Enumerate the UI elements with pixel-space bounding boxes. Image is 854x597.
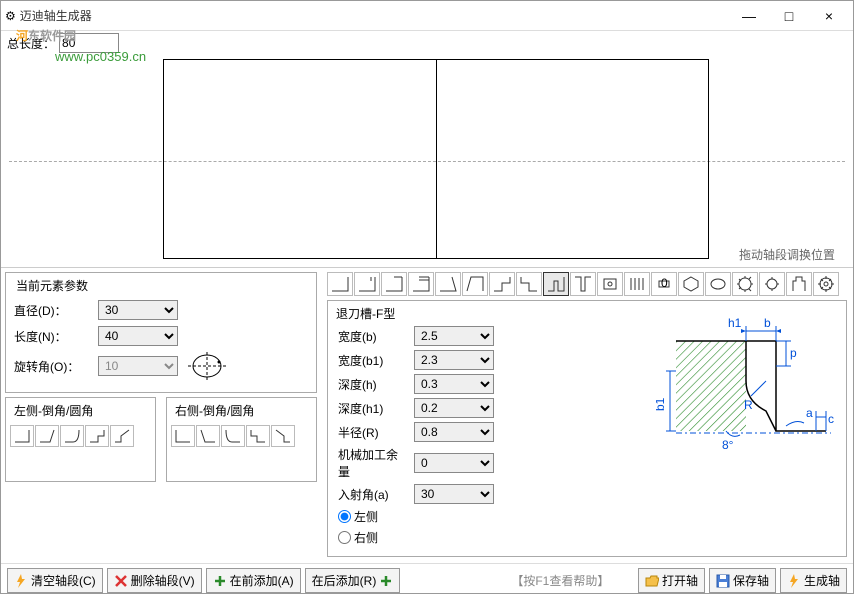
feature-key[interactable]: 0 xyxy=(651,272,677,296)
right-chamfer-opt-3[interactable] xyxy=(221,425,245,447)
right-chamfer-opt-2[interactable] xyxy=(196,425,220,447)
feature-spline[interactable] xyxy=(786,272,812,296)
svg-text:R: R xyxy=(744,398,753,412)
shaft-preview-canvas[interactable]: 拖动轴段调换位置 xyxy=(9,57,845,265)
svg-text:b: b xyxy=(764,316,771,330)
feature-corner-1[interactable] xyxy=(327,272,353,296)
minimize-button[interactable]: — xyxy=(729,8,769,24)
radius-r-label: 半径(R) xyxy=(332,424,408,441)
generate-shaft-button[interactable]: 生成轴 xyxy=(780,568,847,593)
side-right-radio[interactable]: 右侧 xyxy=(338,529,378,546)
feature-corner-4[interactable] xyxy=(408,272,434,296)
feature-taper-r[interactable] xyxy=(462,272,488,296)
allowance-label: 机械加工余量 xyxy=(332,446,408,480)
left-chamfer-opt-4[interactable] xyxy=(85,425,109,447)
slot-params-group: 退刀槽-F型 宽度(b) 2.5 宽度(b1) 2.3 深度(h) 0.3 深度(h1… xyxy=(327,300,847,557)
right-chamfer-title: 右侧-倒角/圆角 xyxy=(171,402,258,419)
svg-text:c: c xyxy=(828,412,834,426)
feature-oval[interactable] xyxy=(705,272,731,296)
close-button[interactable]: × xyxy=(809,8,849,24)
depth-h-label: 深度(h) xyxy=(332,376,408,393)
width-b1-label: 宽度(b1) xyxy=(332,352,408,369)
angle-dial-icon xyxy=(188,352,226,380)
svg-text:p: p xyxy=(790,346,797,360)
rotation-angle-label: 旋转角(O)： xyxy=(14,358,94,375)
length-label: 长度(N)： xyxy=(14,328,94,345)
svg-text:b1: b1 xyxy=(656,397,667,411)
left-chamfer-title: 左侧-倒角/圆角 xyxy=(10,402,97,419)
delete-segment-button[interactable]: 删除轴段(V) xyxy=(107,568,202,593)
feature-step-l[interactable] xyxy=(489,272,515,296)
feature-gear-l[interactable] xyxy=(732,272,758,296)
left-chamfer-opt-2[interactable] xyxy=(35,425,59,447)
window-title: 迈迪轴生成器 xyxy=(16,7,729,24)
slot-title: 退刀槽-F型 xyxy=(332,305,399,322)
depth-h-select[interactable]: 0.3 xyxy=(414,374,494,394)
feature-corner-3[interactable] xyxy=(381,272,407,296)
help-hint: 【按F1查看帮助】 xyxy=(511,572,609,589)
plus-icon xyxy=(379,574,393,588)
drag-hint: 拖动轴段调换位置 xyxy=(739,246,835,263)
diameter-label: 直径(D)： xyxy=(14,302,94,319)
right-chamfer-opt-4[interactable] xyxy=(246,425,270,447)
left-chamfer-opt-3[interactable] xyxy=(60,425,84,447)
feature-corner-2[interactable] xyxy=(354,272,380,296)
add-after-button[interactable]: 在后添加(R) xyxy=(305,568,401,593)
svg-text:0: 0 xyxy=(661,276,668,290)
right-chamfer-opt-1[interactable] xyxy=(171,425,195,447)
width-b-select[interactable]: 2.5 xyxy=(414,326,494,346)
rotation-angle-select[interactable]: 10 xyxy=(98,356,178,376)
depth-h1-label: 深度(h1) xyxy=(332,400,408,417)
open-shaft-button[interactable]: 打开轴 xyxy=(638,568,705,593)
feature-step-r[interactable] xyxy=(516,272,542,296)
floppy-icon xyxy=(716,574,730,588)
feature-taper-l[interactable] xyxy=(435,272,461,296)
feature-step-u[interactable] xyxy=(570,272,596,296)
total-length-input[interactable] xyxy=(59,33,119,53)
feature-extra[interactable] xyxy=(813,272,839,296)
feature-gear-r[interactable] xyxy=(759,272,785,296)
depth-h1-select[interactable]: 0.2 xyxy=(414,398,494,418)
element-params-group: 当前元素参数 直径(D)： 30 长度(N)： 40 旋转角(O)： 10 xyxy=(5,272,317,393)
right-chamfer-opt-5[interactable] xyxy=(271,425,295,447)
width-b1-select[interactable]: 2.3 xyxy=(414,350,494,370)
radius-r-select[interactable]: 0.8 xyxy=(414,422,494,442)
add-before-button[interactable]: 在前添加(A) xyxy=(206,568,301,593)
svg-text:8°: 8° xyxy=(722,438,734,452)
feature-slot-f[interactable] xyxy=(543,272,569,296)
feature-cbore[interactable] xyxy=(597,272,623,296)
length-select[interactable]: 40 xyxy=(98,326,178,346)
feature-toolbar: 0 xyxy=(327,272,847,296)
svg-text:h1: h1 xyxy=(728,316,742,330)
left-chamfer-opt-5[interactable] xyxy=(110,425,134,447)
feature-thread[interactable] xyxy=(624,272,650,296)
left-chamfer-group: 左侧-倒角/圆角 xyxy=(5,397,156,482)
width-b-label: 宽度(b) xyxy=(332,328,408,345)
clear-segments-button[interactable]: 清空轴段(C) xyxy=(7,568,103,593)
svg-text:a: a xyxy=(806,406,813,420)
right-chamfer-group: 右侧-倒角/圆角 xyxy=(166,397,317,482)
total-length-label: 总长度： xyxy=(7,35,55,52)
maximize-button[interactable]: □ xyxy=(769,8,809,24)
x-icon xyxy=(114,574,128,588)
inc-angle-label: 入射角(a) xyxy=(332,486,408,503)
app-icon: ⚙ xyxy=(5,9,16,23)
left-chamfer-opt-1[interactable] xyxy=(10,425,34,447)
lightning-icon xyxy=(787,574,801,588)
save-shaft-button[interactable]: 保存轴 xyxy=(709,568,776,593)
side-left-radio[interactable]: 左侧 xyxy=(338,508,378,525)
allowance-select[interactable]: 0 xyxy=(414,453,494,473)
slot-diagram: h1 b p b1 R a c 8° xyxy=(656,311,836,461)
diameter-select[interactable]: 30 xyxy=(98,300,178,320)
folder-open-icon xyxy=(645,574,659,588)
inc-angle-select[interactable]: 30 xyxy=(414,484,494,504)
element-params-title: 当前元素参数 xyxy=(12,277,92,294)
feature-hex[interactable] xyxy=(678,272,704,296)
lightning-icon xyxy=(14,574,28,588)
plus-icon xyxy=(213,574,227,588)
